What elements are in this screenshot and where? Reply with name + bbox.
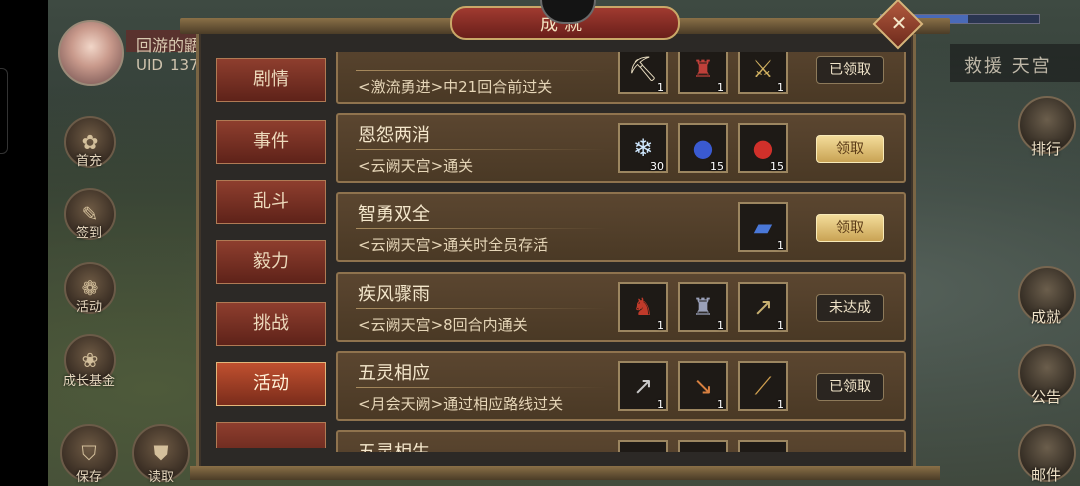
reward-slot[interactable]: ✿ [678, 440, 728, 452]
status-claimed-button[interactable]: 已领取 [816, 56, 884, 84]
reward-slot[interactable]: ⚔ 1 [738, 52, 788, 94]
reward-slot[interactable]: ▰ 1 [738, 202, 788, 252]
device-notch [0, 68, 8, 154]
achievement-list: <激流勇进>中21回合前过关 ⛏ 1 ♜ 1 ⚔ 1 已领取 恩怨两消 <云阙天宫>通… [334, 52, 908, 452]
achievement-title: 五灵相生 [358, 438, 430, 452]
achievement-desc: <月会天阙>通过相应路线过关 [358, 395, 564, 413]
tab-perseverance[interactable]: 毅力 [216, 240, 326, 284]
growth-fund-label: 成长基金 [62, 374, 115, 389]
herb-icon: ✿ [684, 446, 722, 452]
achievement-desc: <云阙天宫>8回合内通关 [358, 316, 528, 334]
row-divider [356, 228, 606, 229]
reward-count: 1 [777, 239, 784, 252]
achievement-row: <激流勇进>中21回合前过关 ⛏ 1 ♜ 1 ⚔ 1 已领取 [336, 52, 906, 104]
reward-count: 15 [710, 160, 724, 173]
achievement-row: 疾风骤雨 <云阙天宫>8回合内通关 ♞ 1 ♜ 1 ↗ 1 未达成 [336, 272, 906, 342]
row-divider [356, 387, 606, 388]
player-name: 回游的鼯 [136, 36, 201, 55]
tab-more[interactable] [216, 422, 326, 448]
reward-slot[interactable]: ✿ [738, 440, 788, 452]
reward-count: 1 [717, 398, 724, 411]
panel-bottom-rail [190, 466, 940, 480]
achievement-title: 恩怨两消 [358, 125, 430, 146]
first-recharge-label: 首充 [75, 154, 102, 169]
tab-brawl[interactable]: 乱斗 [216, 180, 326, 224]
tab-activity[interactable]: 活动 [216, 362, 326, 406]
herb-icon: ✿ [744, 446, 782, 452]
tab-challenge[interactable]: 挑战 [216, 302, 326, 346]
reward-slot[interactable]: ⟋ 1 [738, 361, 788, 411]
close-icon[interactable]: ✕ [886, 9, 912, 37]
activity-label: 活动 [75, 300, 102, 315]
load-label: 读取 [147, 470, 174, 485]
row-divider [356, 308, 606, 309]
achievement-row: 五灵相生 ✿ ✿ ✿ [336, 430, 906, 452]
reward-count: 1 [657, 319, 664, 332]
achievement-title: 五灵相应 [358, 363, 430, 384]
achievement-label: 成就 [1030, 308, 1061, 326]
reward-count: 1 [717, 81, 724, 94]
reward-slot[interactable]: ↘ 1 [678, 361, 728, 411]
uid-label: UID [136, 56, 163, 74]
reward-count: 15 [770, 160, 784, 173]
reward-count: 1 [657, 81, 664, 94]
reward-slot[interactable]: ♜ 1 [678, 282, 728, 332]
status-not-achieved: 未达成 [816, 294, 884, 322]
row-divider [356, 149, 606, 150]
reward-slot[interactable]: ♞ 1 [618, 282, 668, 332]
claim-button[interactable]: 领取 [816, 135, 884, 163]
achievement-row: 五灵相应 <月会天阙>通过相应路线过关 ↗ 1 ↘ 1 ⟋ 1 已领取 [336, 351, 906, 421]
reward-count: 1 [777, 319, 784, 332]
reward-count: 1 [717, 319, 724, 332]
herb-icon: ✿ [624, 446, 662, 452]
category-tabs: 剧情 事件 乱斗 毅力 挑战 活动 [210, 52, 334, 448]
reward-slot[interactable]: ↗ 1 [618, 361, 668, 411]
sign-in-label: 签到 [75, 226, 102, 241]
achievement-row: 智勇双全 <云阙天宫>通关时全员存活 ▰ 1 领取 [336, 192, 906, 262]
reward-slot[interactable]: ⛏ 1 [618, 52, 668, 94]
achievement-desc: <激流勇进>中21回合前过关 [358, 78, 553, 96]
reward-count: 30 [650, 160, 664, 173]
reward-count: 1 [777, 398, 784, 411]
tab-story[interactable]: 剧情 [216, 58, 326, 102]
achievement-title: 疾风骤雨 [358, 284, 430, 305]
achievement-desc: <云阙天宫>通关 [358, 157, 474, 175]
device-edge [0, 0, 48, 486]
mail-label: 邮件 [1030, 466, 1061, 484]
player-avatar[interactable] [58, 20, 124, 86]
achievement-title: 智勇双全 [358, 204, 430, 225]
reward-slot[interactable]: ● 15 [678, 123, 728, 173]
save-label: 保存 [75, 470, 102, 485]
reward-slot[interactable]: ✿ [618, 440, 668, 452]
claim-button[interactable]: 领取 [816, 214, 884, 242]
reward-count: 1 [657, 398, 664, 411]
reward-slot[interactable]: ♜ 1 [678, 52, 728, 94]
achievement-desc: <云阙天宫>通关时全员存活 [358, 236, 549, 254]
achievement-row: 恩怨两消 <云阙天宫>通关 ❄ 30 ● 15 ● 15 领取 [336, 113, 906, 183]
ranking-label: 排行 [1030, 140, 1061, 158]
reward-slot[interactable]: ❄ 30 [618, 123, 668, 173]
notice-label: 公告 [1030, 388, 1061, 406]
rescue-text: 救援 天宫 [964, 56, 1052, 77]
reward-count: 1 [777, 81, 784, 94]
reward-slot[interactable]: ● 15 [738, 123, 788, 173]
status-claimed-button[interactable]: 已领取 [816, 373, 884, 401]
row-divider [356, 70, 606, 71]
reward-slot[interactable]: ↗ 1 [738, 282, 788, 332]
tab-event[interactable]: 事件 [216, 120, 326, 164]
